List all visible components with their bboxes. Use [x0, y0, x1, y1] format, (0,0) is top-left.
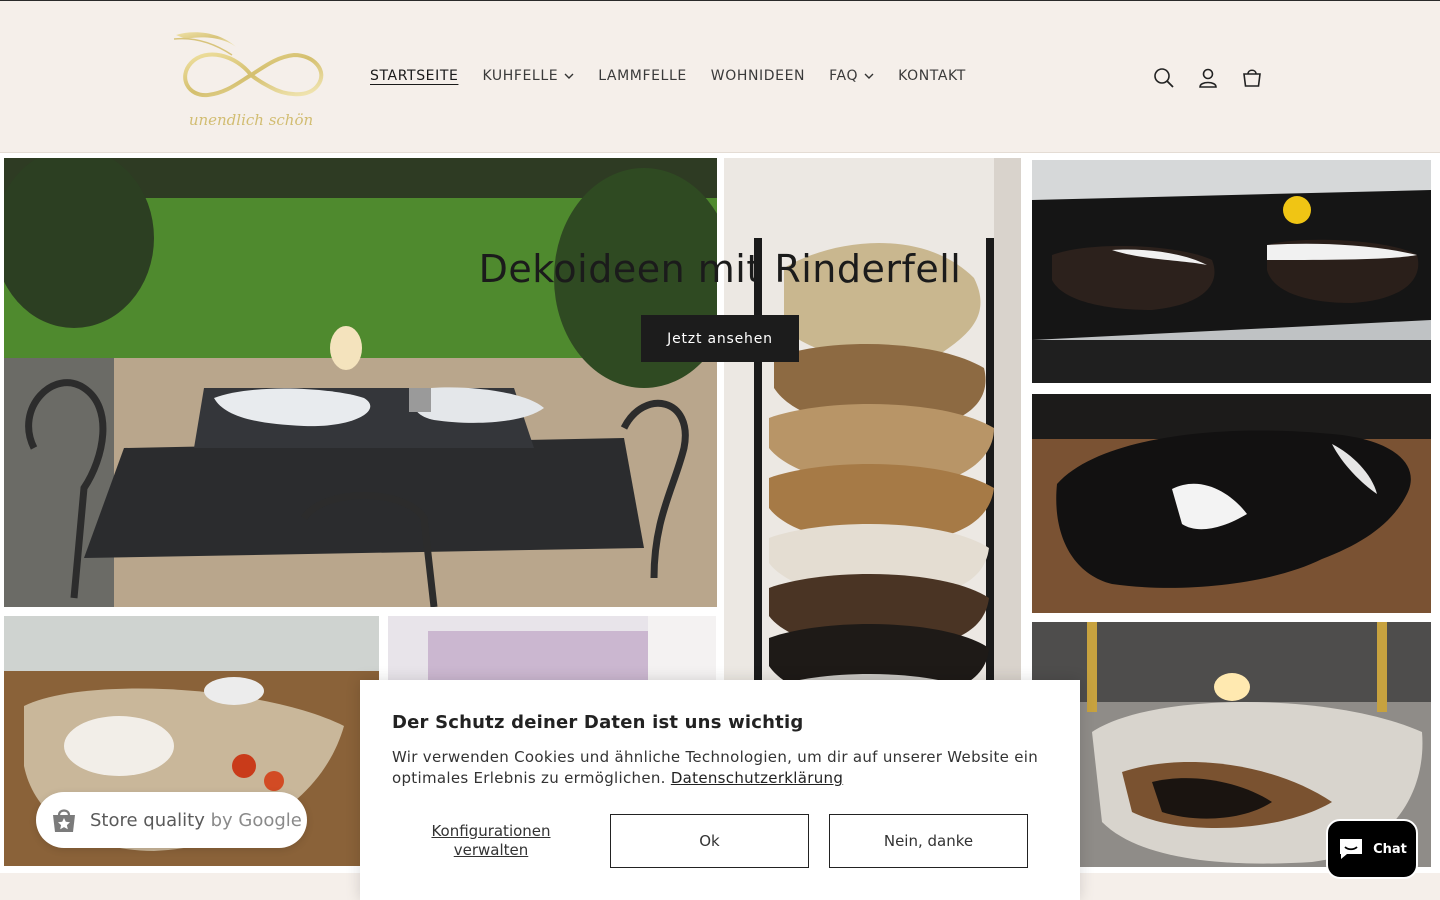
nav-label: LAMMFELLE [598, 68, 687, 84]
garden-table-image [4, 158, 717, 607]
nav-label: KUHFELLE [482, 68, 559, 84]
site-header: unendlich schön STARTSEITE KUHFELLE LAMM… [0, 1, 1440, 153]
cookie-title: Der Schutz deiner Daten ist uns wichtig [392, 712, 804, 733]
nav-label: STARTSEITE [370, 68, 459, 84]
store-quality-badge[interactable]: Store quality by Google [36, 792, 307, 848]
nav-label: WOHNIDEEN [710, 68, 806, 84]
badge-label: Store quality by Google [90, 810, 302, 831]
cart-icon[interactable] [1230, 57, 1274, 99]
nav-item-wohnideen[interactable]: WOHNIDEEN [699, 68, 817, 84]
shopping-bag-icon [53, 809, 75, 832]
nav-label: KONTAKT [898, 68, 966, 84]
cookie-banner: Der Schutz deiner Daten ist uns wichtig … [360, 680, 1080, 900]
nav-item-startseite[interactable]: STARTSEITE [358, 68, 470, 84]
chevron-down-icon [564, 73, 574, 79]
logo-script: unendlich schön [189, 111, 313, 129]
chevron-down-icon [864, 73, 874, 79]
decline-button[interactable]: Nein, danke [829, 814, 1028, 868]
brand-logo[interactable]: unendlich schön [166, 25, 336, 131]
nav-item-kontakt[interactable]: KONTAKT [886, 68, 978, 84]
account-icon[interactable] [1186, 57, 1230, 99]
nav-item-lammfelle[interactable]: LAMMFELLE [586, 68, 699, 84]
chat-bubble-icon [1340, 839, 1363, 859]
dining-table-image [1032, 160, 1431, 383]
configure-button[interactable]: Konfigurationen verwalten [392, 814, 590, 868]
chat-button[interactable]: Chat [1326, 819, 1418, 879]
chat-label: Chat [1373, 841, 1407, 857]
hero-heading: Dekoideen mit Rinderfell [478, 247, 962, 291]
badge-brand-text: by Google [210, 809, 302, 831]
nav-item-faq[interactable]: FAQ [817, 68, 886, 84]
badge-main-text: Store quality [90, 809, 205, 831]
cookie-actions: Konfigurationen verwalten Ok Nein, danke [392, 814, 1048, 868]
main-nav: STARTSEITE KUHFELLE LAMMFELLE WOHNIDEEN … [358, 61, 978, 91]
privacy-link[interactable]: Datenschutzerklärung [671, 769, 843, 787]
cowhide-floor-image [1032, 394, 1431, 613]
header-icons [1142, 57, 1274, 99]
hero-cta-button[interactable]: Jetzt ansehen [641, 315, 799, 362]
cookie-text: Wir verwenden Cookies und ähnliche Techn… [392, 747, 1048, 789]
search-icon[interactable] [1142, 57, 1186, 99]
nav-item-kuhfelle[interactable]: KUHFELLE [470, 68, 586, 84]
nav-label: FAQ [829, 68, 859, 84]
ok-button[interactable]: Ok [610, 814, 809, 868]
